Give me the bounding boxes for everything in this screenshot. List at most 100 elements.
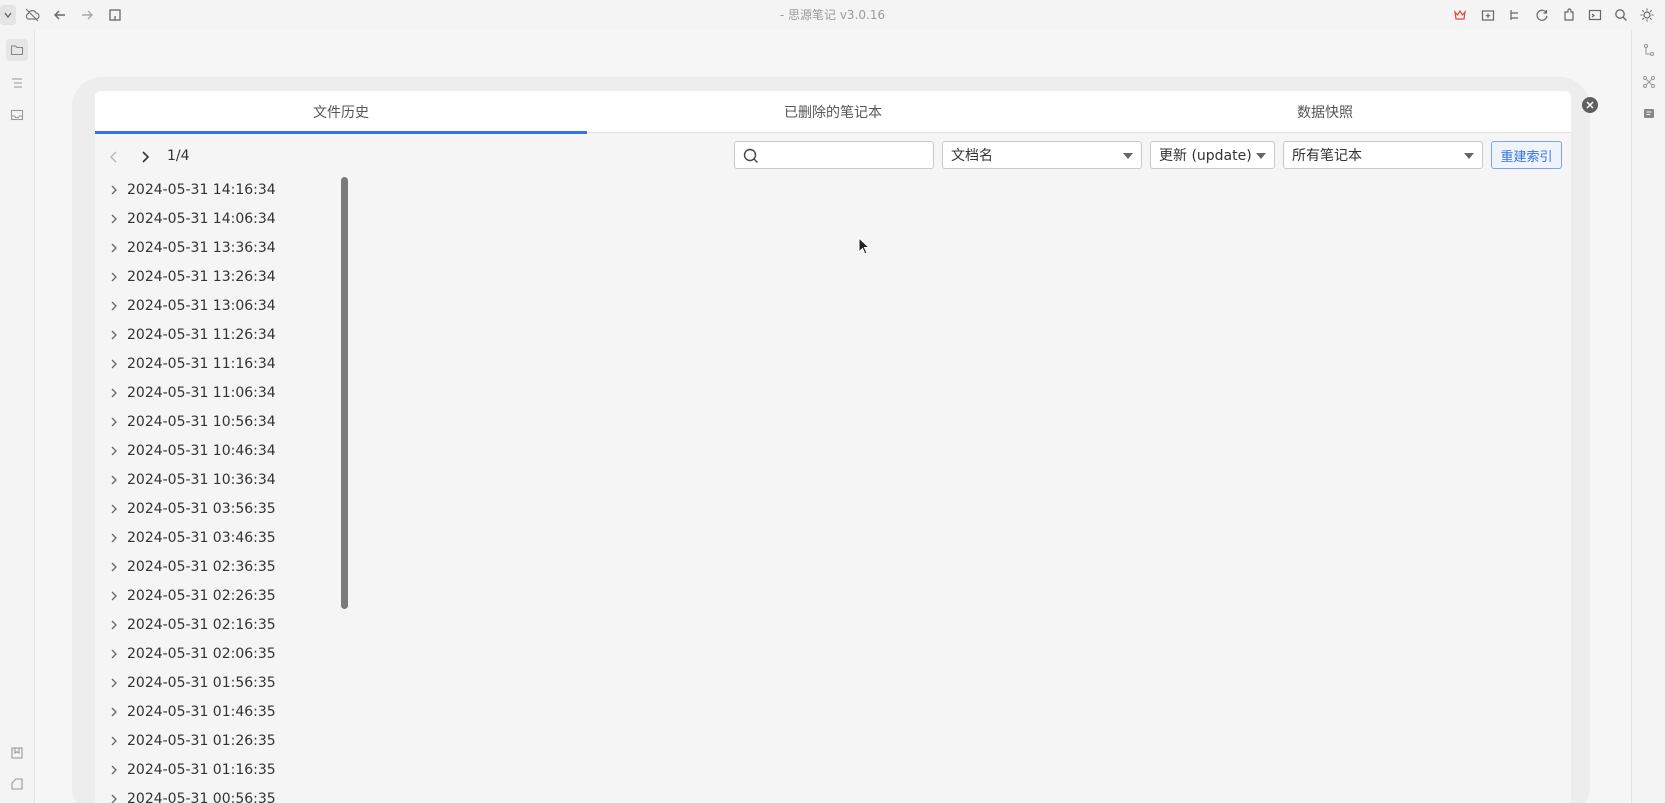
chevron-right-icon[interactable]: [107, 183, 121, 197]
chevron-right-icon[interactable]: [107, 328, 121, 342]
tab-label: 数据快照: [1297, 105, 1353, 121]
search-icon: [743, 148, 758, 163]
history-item-label: 2024-05-31 01:46:35: [127, 704, 276, 720]
close-dialog-button[interactable]: [1582, 97, 1598, 113]
list-scrollbar[interactable]: [341, 177, 348, 609]
dialog-tabs: 文件历史 已删除的笔记本 数据快照: [95, 91, 1571, 134]
history-item[interactable]: 2024-05-31 02:26:35: [107, 582, 327, 610]
history-item-label: 2024-05-31 11:16:34: [127, 356, 276, 372]
notebook-select[interactable]: 所有笔记本: [1283, 141, 1483, 169]
chevron-right-icon[interactable]: [107, 386, 121, 400]
outline-icon[interactable]: [6, 72, 28, 94]
history-item-label: 2024-05-31 13:06:34: [127, 298, 276, 314]
history-item[interactable]: 2024-05-31 01:16:35: [107, 756, 327, 784]
history-item-label: 2024-05-31 11:26:34: [127, 327, 276, 343]
caret-down-icon: [1256, 153, 1266, 159]
history-item[interactable]: 2024-05-31 10:46:34: [107, 437, 327, 465]
chevron-right-icon[interactable]: [107, 589, 121, 603]
history-item[interactable]: 2024-05-31 03:46:35: [107, 524, 327, 552]
terminal-icon[interactable]: [1585, 5, 1605, 25]
previous-page-button[interactable]: [103, 146, 125, 168]
inbox-icon[interactable]: [6, 104, 28, 126]
search-input[interactable]: [765, 145, 929, 165]
caret-down-icon: [1123, 153, 1133, 159]
chevron-right-icon[interactable]: [107, 734, 121, 748]
history-item[interactable]: 2024-05-31 01:46:35: [107, 698, 327, 726]
chevron-right-icon[interactable]: [107, 763, 121, 777]
history-item[interactable]: 2024-05-31 13:36:34: [107, 234, 327, 262]
chevron-right-icon[interactable]: [107, 270, 121, 284]
history-search[interactable]: [734, 141, 934, 169]
chevron-right-icon[interactable]: [107, 357, 121, 371]
history-item[interactable]: 2024-05-31 02:16:35: [107, 611, 327, 639]
chevron-right-icon[interactable]: [107, 299, 121, 313]
history-item[interactable]: 2024-05-31 01:26:35: [107, 727, 327, 755]
tree-icon[interactable]: [1505, 5, 1525, 25]
history-item-label: 2024-05-31 13:36:34: [127, 240, 276, 256]
history-item-label: 2024-05-31 14:16:34: [127, 182, 276, 198]
history-item[interactable]: 2024-05-31 10:36:34: [107, 466, 327, 494]
history-item-label: 2024-05-31 01:56:35: [127, 675, 276, 691]
title-bar: - 思源笔记 v3.0.16: [0, 0, 1665, 30]
chevron-right-icon[interactable]: [107, 415, 121, 429]
history-item-label: 2024-05-31 00:56:35: [127, 791, 276, 803]
tab-file-history[interactable]: 文件历史: [95, 91, 587, 134]
history-list: 2024-05-31 14:16:34 2024-05-31 14:06:34 20…: [95, 176, 335, 803]
history-item[interactable]: 2024-05-31 03:56:35: [107, 495, 327, 523]
graph-icon[interactable]: [1638, 71, 1660, 93]
close-icon: [1586, 101, 1594, 109]
sync-icon[interactable]: [1532, 5, 1552, 25]
window-title: - 思源笔记 v3.0.16: [779, 8, 886, 22]
history-item-label: 2024-05-31 02:16:35: [127, 617, 276, 633]
theme-sun-icon[interactable]: [1637, 5, 1657, 25]
chevron-right-icon[interactable]: [107, 473, 121, 487]
file-tree-icon[interactable]: [6, 39, 28, 61]
history-item[interactable]: 2024-05-31 01:56:35: [107, 669, 327, 697]
history-item[interactable]: 2024-05-31 13:06:34: [107, 292, 327, 320]
history-item[interactable]: 2024-05-31 14:06:34: [107, 205, 327, 233]
tag-dock-icon[interactable]: [6, 773, 28, 795]
chevron-right-icon[interactable]: [107, 444, 121, 458]
chevron-right-icon[interactable]: [107, 618, 121, 632]
type-select[interactable]: 文档名: [942, 141, 1142, 169]
bookmark-dock-icon[interactable]: [6, 742, 28, 764]
chevron-right-icon[interactable]: [107, 502, 121, 516]
history-item[interactable]: 2024-05-31 11:26:34: [107, 321, 327, 349]
chevron-right-icon[interactable]: [107, 647, 121, 661]
plugin-icon[interactable]: [1559, 5, 1579, 25]
backlink-icon[interactable]: [1638, 103, 1660, 125]
mouse-cursor-icon: [858, 237, 871, 255]
history-item[interactable]: 2024-05-31 14:16:34: [107, 176, 327, 204]
right-dock: [1631, 30, 1665, 803]
history-item[interactable]: 2024-05-31 10:56:34: [107, 408, 327, 436]
history-item[interactable]: 2024-05-31 00:56:35: [107, 785, 327, 803]
history-item-label: 2024-05-31 02:26:35: [127, 588, 276, 604]
next-page-button[interactable]: [134, 146, 156, 168]
tab-data-snapshots[interactable]: 数据快照: [1079, 91, 1571, 133]
notebook-select-value: 所有笔记本: [1292, 148, 1362, 164]
history-item[interactable]: 2024-05-31 02:36:35: [107, 553, 327, 581]
tab-deleted-notebooks[interactable]: 已删除的笔记本: [587, 91, 1079, 133]
history-dialog: 文件历史 已删除的笔记本 数据快照 1/4 文档名 更新 (update) 所有…: [95, 91, 1571, 803]
history-item-label: 2024-05-31 13:26:34: [127, 269, 276, 285]
chevron-right-icon[interactable]: [107, 212, 121, 226]
chevron-right-icon[interactable]: [107, 531, 121, 545]
history-item[interactable]: 2024-05-31 11:16:34: [107, 350, 327, 378]
tab-label: 文件历史: [313, 105, 369, 121]
chevron-right-icon[interactable]: [107, 560, 121, 574]
vip-crown-icon[interactable]: [1450, 5, 1470, 25]
chevron-right-icon[interactable]: [107, 241, 121, 255]
history-item-label: 2024-05-31 01:16:35: [127, 762, 276, 778]
chevron-right-icon[interactable]: [107, 705, 121, 719]
operation-select[interactable]: 更新 (update): [1150, 141, 1275, 169]
history-item[interactable]: 2024-05-31 11:06:34: [107, 379, 327, 407]
chevron-right-icon[interactable]: [107, 792, 121, 803]
git-branch-icon[interactable]: [1638, 39, 1660, 61]
history-item[interactable]: 2024-05-31 02:06:35: [107, 640, 327, 668]
chevron-right-icon[interactable]: [107, 676, 121, 690]
search-icon[interactable]: [1611, 5, 1631, 25]
history-item-label: 2024-05-31 01:26:35: [127, 733, 276, 749]
rebuild-index-button[interactable]: 重建索引: [1491, 141, 1562, 169]
folder-plus-icon[interactable]: [1478, 5, 1498, 25]
history-item[interactable]: 2024-05-31 13:26:34: [107, 263, 327, 291]
